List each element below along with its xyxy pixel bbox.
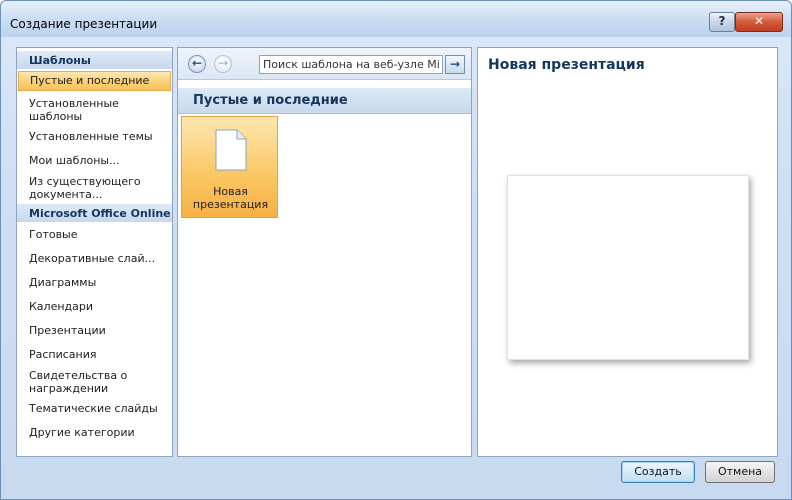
section-header-office-online: Microsoft Office Online bbox=[17, 204, 172, 222]
sidebar-item-label: Свидетельства о bbox=[29, 369, 128, 382]
dialog-window: Создание презентации ? ✕ Шаблоны Пустые … bbox=[0, 0, 792, 500]
sidebar-item-schedules[interactable]: Расписания bbox=[18, 348, 171, 361]
sidebar-item-label: Установленные bbox=[29, 97, 119, 110]
section-header-templates: Шаблоны bbox=[17, 51, 172, 69]
sidebar-item-installed-themes[interactable]: Установленные темы bbox=[18, 130, 171, 143]
sidebar-item-label: Пустые и последние bbox=[30, 74, 150, 87]
sidebar-item-label: Другие категории bbox=[29, 426, 135, 439]
sidebar-item-installed-templates[interactable]: Установленные шаблоны bbox=[18, 97, 171, 123]
section-heading: Пустые и последние bbox=[178, 88, 471, 114]
templates-panel: ← → → Пустые и последние Новая презентац… bbox=[177, 47, 472, 457]
tile-label-line: презентация bbox=[192, 198, 269, 211]
sidebar-item-my-templates[interactable]: Мои шаблоны... bbox=[18, 154, 171, 167]
template-tile-new-presentation[interactable]: Новая презентация bbox=[181, 116, 278, 218]
slide-preview bbox=[507, 175, 749, 360]
sidebar-item-label: Расписания bbox=[29, 348, 97, 361]
sidebar-item-label: Календари bbox=[29, 300, 94, 313]
sidebar-item-blank-recent[interactable]: Пустые и последние bbox=[18, 71, 171, 91]
forward-arrow-icon[interactable]: → bbox=[214, 55, 232, 73]
sidebar-item-other-categories[interactable]: Другие категории bbox=[18, 426, 171, 439]
search-input[interactable] bbox=[259, 55, 443, 74]
preview-panel: Новая презентация bbox=[477, 47, 778, 457]
sidebar-item-label: награждении bbox=[29, 382, 109, 395]
close-button[interactable]: ✕ bbox=[735, 12, 783, 32]
sidebar-item-label: документа... bbox=[29, 188, 103, 201]
categories-panel: Шаблоны Пустые и последние Установленные… bbox=[16, 47, 173, 457]
sidebar-item-label: Презентации bbox=[29, 324, 106, 337]
sidebar-item-label: Готовые bbox=[29, 228, 78, 241]
tile-label: Новая презентация bbox=[182, 185, 279, 211]
tile-label-line: Новая bbox=[213, 185, 248, 198]
back-arrow-icon[interactable]: ← bbox=[188, 55, 206, 73]
sidebar-item-certificates[interactable]: Свидетельства о награждении bbox=[18, 369, 171, 395]
sidebar-item-ready[interactable]: Готовые bbox=[18, 228, 171, 241]
window-title: Создание презентации bbox=[10, 17, 158, 31]
help-button[interactable]: ? bbox=[709, 12, 735, 32]
sidebar-item-label: Мои шаблоны... bbox=[29, 154, 120, 167]
sidebar-item-decorative-slides[interactable]: Декоративные слай... bbox=[18, 252, 171, 265]
navigation-toolbar: ← → → bbox=[178, 48, 471, 80]
sidebar-item-label: Декоративные слай... bbox=[29, 252, 156, 265]
sidebar-item-label: Тематические слайды bbox=[29, 402, 158, 415]
sidebar-item-label: Из существующего bbox=[29, 175, 141, 188]
search-go-icon[interactable]: → bbox=[445, 55, 465, 74]
create-button[interactable]: Создать bbox=[621, 461, 695, 483]
sidebar-item-diagrams[interactable]: Диаграммы bbox=[18, 276, 171, 289]
sidebar-item-label: Диаграммы bbox=[29, 276, 97, 289]
sidebar-item-presentations[interactable]: Презентации bbox=[18, 324, 171, 337]
cancel-button[interactable]: Отмена bbox=[705, 461, 775, 483]
title-bar[interactable]: Создание презентации ? ✕ bbox=[1, 1, 791, 37]
sidebar-item-calendars[interactable]: Календари bbox=[18, 300, 171, 313]
blank-document-icon bbox=[215, 129, 247, 171]
sidebar-item-from-existing[interactable]: Из существующего документа... bbox=[18, 175, 171, 201]
sidebar-item-label: Установленные темы bbox=[29, 130, 153, 143]
sidebar-item-thematic-slides[interactable]: Тематические слайды bbox=[18, 402, 171, 415]
preview-title: Новая презентация bbox=[488, 57, 645, 73]
sidebar-item-label: шаблоны bbox=[29, 110, 83, 123]
